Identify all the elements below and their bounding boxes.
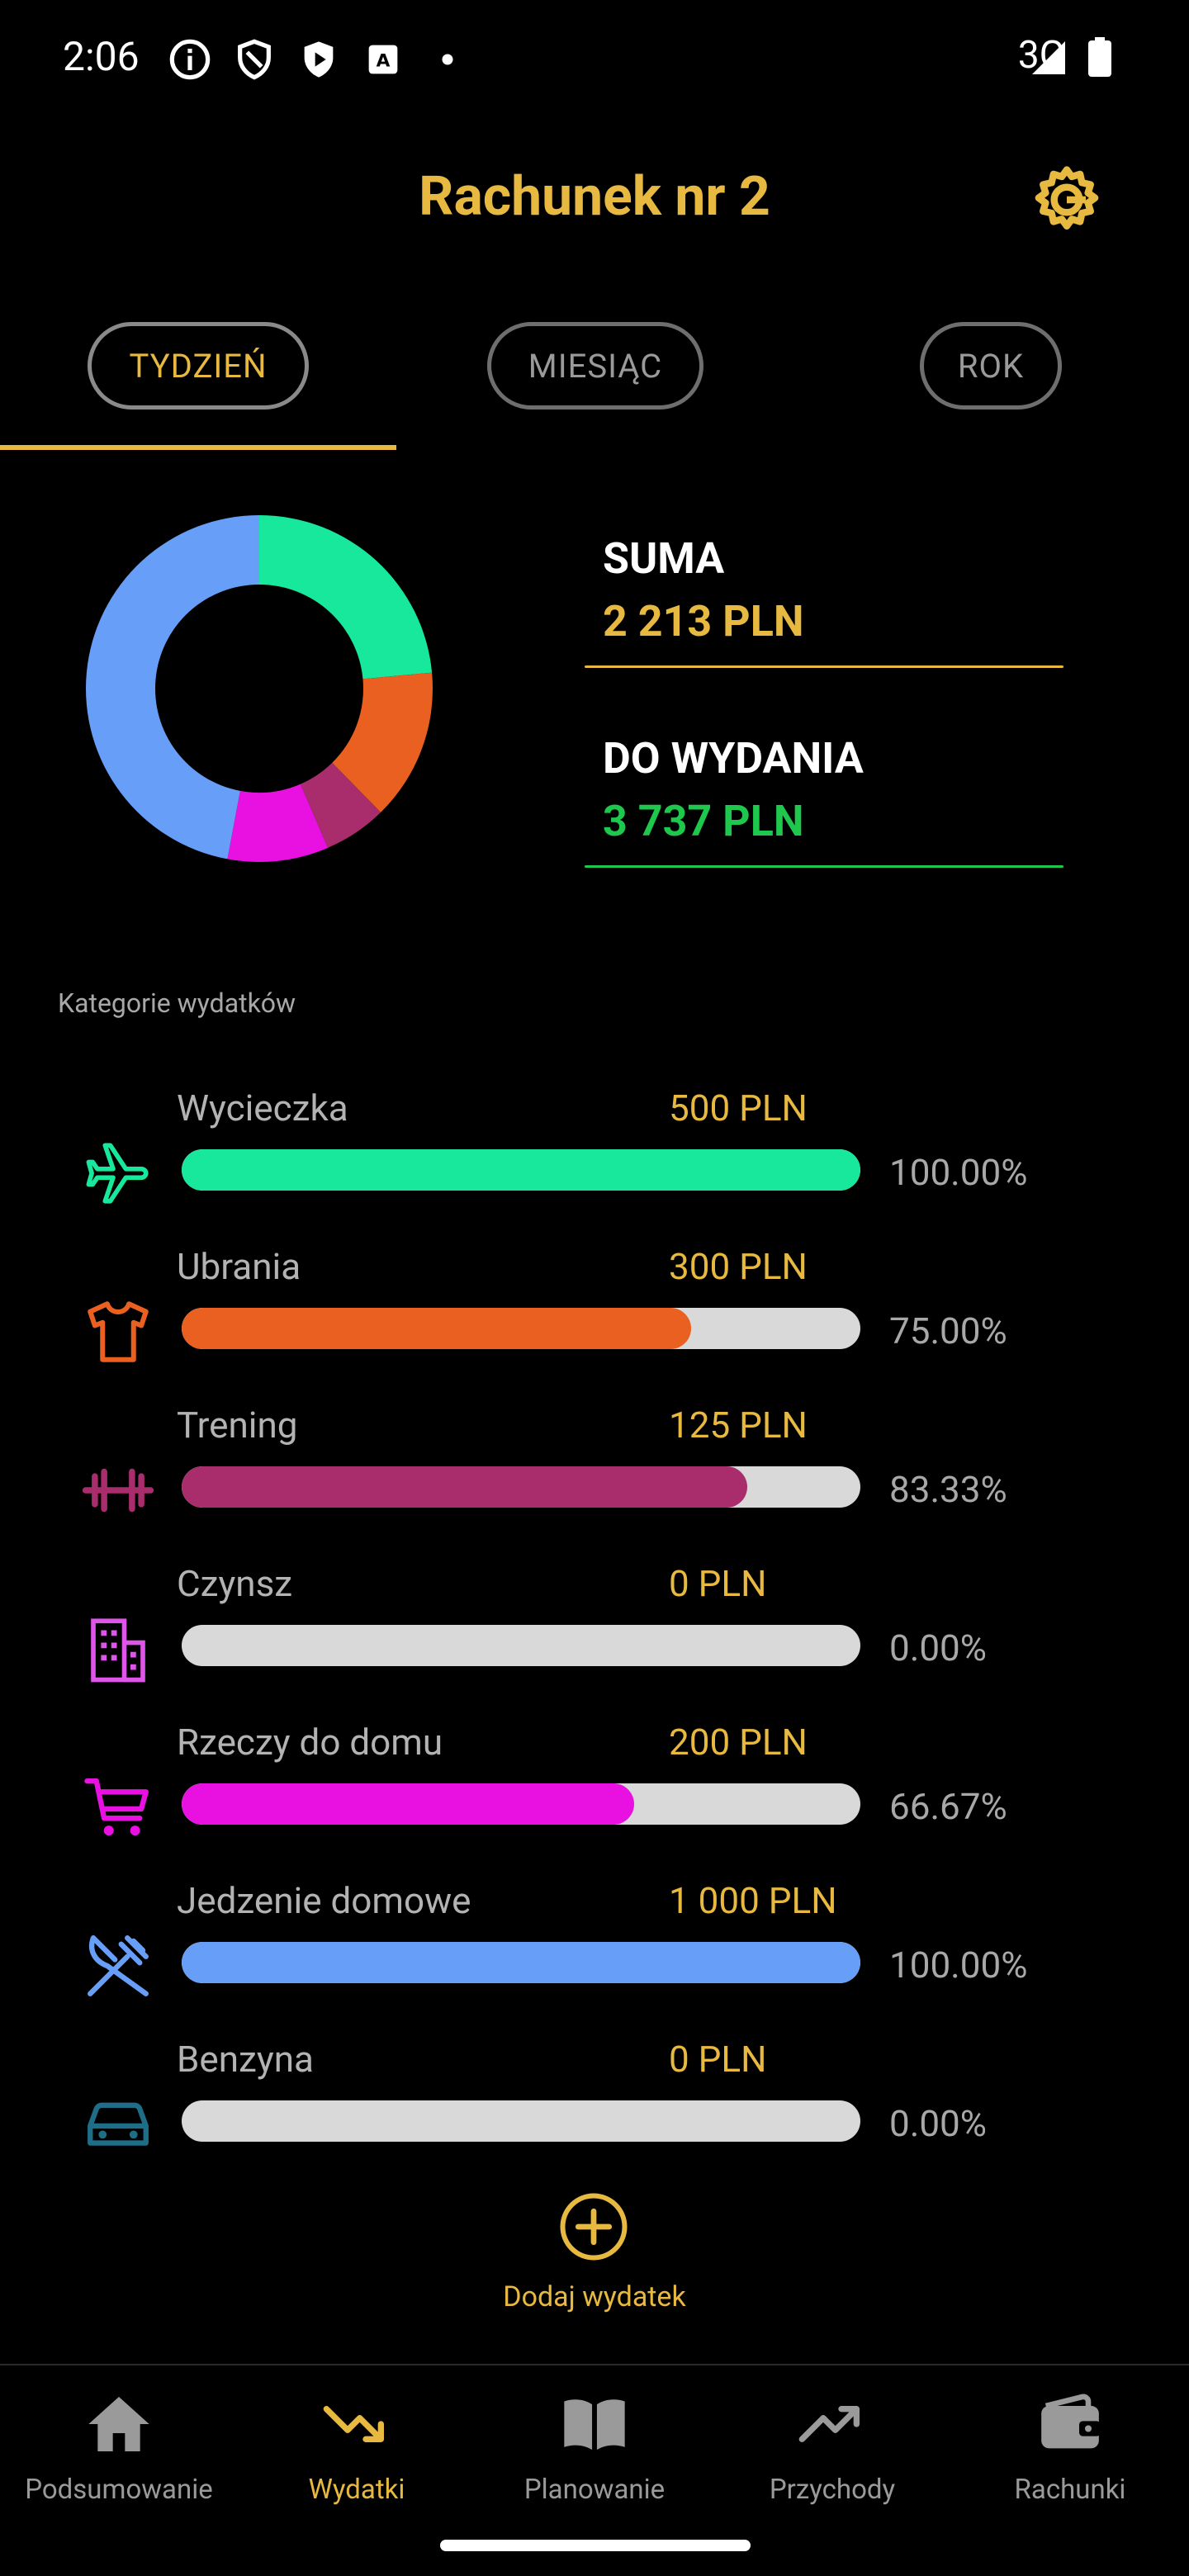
category-progress-track (182, 2100, 860, 2142)
signal-icon (1032, 41, 1065, 74)
status-bar: 2:06 A 3G (0, 0, 1189, 116)
category-amount: 125 PLN (669, 1404, 808, 1447)
car-icon (88, 2102, 149, 2146)
category-row-jedzenie-domowe[interactable]: Jedzenie domowe 1 000 PLN 100.00% (0, 1879, 1189, 2036)
tab-rok[interactable]: ROK (920, 322, 1062, 410)
donut-slice-wycieczka (259, 515, 433, 680)
trending-down-icon (323, 2406, 384, 2442)
category-name: Ubrania (177, 1245, 301, 1288)
category-progress-track (182, 1308, 860, 1349)
category-name: Czynsz (177, 1562, 293, 1605)
category-amount: 1 000 PLN (669, 1879, 837, 1922)
category-progress-track (182, 1625, 860, 1666)
shield-icon (238, 39, 271, 80)
settings-gear-icon[interactable] (1029, 162, 1105, 238)
remaining-underline (585, 865, 1063, 868)
trending-up-icon (798, 2406, 860, 2442)
category-progress-fill (182, 1783, 635, 1825)
page-title: Rachunek nr 2 (419, 165, 770, 229)
dot-icon (442, 54, 453, 65)
category-progress-fill (182, 1466, 747, 1508)
category-progress-fill (182, 1942, 860, 1983)
dumbbell-icon (82, 1468, 154, 1513)
category-row-czynsz[interactable]: Czynsz 0 PLN 0.00% (0, 1562, 1189, 1719)
category-name: Wycieczka (177, 1087, 348, 1129)
airplane-icon (86, 1143, 149, 1204)
nav-podsumowanie[interactable]: Podsumowanie (0, 2378, 238, 2518)
category-name: Benzyna (177, 2038, 314, 2081)
tshirt-icon (88, 1301, 149, 1362)
category-amount: 300 PLN (669, 1245, 808, 1288)
category-amount: 500 PLN (669, 1087, 808, 1129)
nav-przychody[interactable]: Przychody (713, 2378, 951, 2518)
category-name: Jedzenie domowe (177, 1879, 471, 1922)
building-icon (91, 1618, 145, 1683)
category-progress-track (182, 1149, 860, 1191)
category-percent: 0.00% (889, 1627, 988, 1669)
category-percent: 100.00% (889, 1944, 1028, 1986)
book-icon (564, 2399, 625, 2451)
category-row-benzyna[interactable]: Benzyna 0 PLN 0.00% (0, 2038, 1189, 2195)
active-tab-indicator (0, 445, 396, 450)
status-time: 2:06 (63, 33, 140, 80)
nav-label: Podsumowanie (25, 2474, 213, 2506)
status-notification-icons: A (168, 38, 469, 81)
tab-tydzien[interactable]: TYDZIEŃ (88, 322, 309, 410)
cart-icon (84, 1778, 149, 1836)
category-percent: 66.67% (889, 1785, 1007, 1828)
sum-value: 2 213 PLN (603, 596, 804, 646)
sum-label: SUMA (603, 533, 725, 584)
expense-donut-chart (85, 515, 433, 862)
add-expense-button[interactable]: Dodaj wydatek (0, 2280, 1189, 2313)
play-protect-icon (304, 41, 334, 78)
nav-wydatki[interactable]: Wydatki (238, 2378, 476, 2518)
section-title: Kategorie wydatków (58, 987, 296, 1019)
category-name: Rzeczy do domu (177, 1721, 443, 1764)
keyboard-a-icon: A (368, 45, 398, 74)
category-amount: 0 PLN (669, 2038, 767, 2081)
remaining-value: 3 737 PLN (603, 796, 804, 846)
remaining-label: DO WYDANIA (603, 733, 864, 784)
category-percent: 75.00% (889, 1309, 1007, 1352)
sum-underline (585, 665, 1063, 668)
bottom-nav-divider (0, 2364, 1189, 2365)
category-row-ubrania[interactable]: Ubrania 300 PLN 75.00% (0, 1245, 1189, 1402)
category-progress-fill (182, 1308, 691, 1349)
tab-miesiac[interactable]: MIESIĄC (487, 322, 703, 410)
category-progress-track (182, 1466, 860, 1508)
cutlery-icon (88, 1935, 149, 1996)
category-percent: 83.33% (889, 1468, 1007, 1511)
category-amount: 0 PLN (669, 1562, 767, 1605)
nav-label: Wydatki (308, 2474, 405, 2506)
category-row-rzeczy-do-domu[interactable]: Rzeczy do domu 200 PLN 66.67% (0, 1721, 1189, 1878)
home-icon (88, 2397, 149, 2451)
category-row-wycieczka[interactable]: Wycieczka 500 PLN 100.00% (0, 1087, 1189, 1243)
nav-label: Rachunki (1014, 2474, 1126, 2506)
nav-rachunki[interactable]: Rachunki (951, 2378, 1189, 2518)
category-row-trening[interactable]: Trening 125 PLN 83.33% (0, 1404, 1189, 1560)
battery-icon (1088, 37, 1111, 77)
category-progress-fill (182, 1149, 860, 1191)
donut-slice-jedzenie-domowe (85, 515, 259, 859)
category-progress-track (182, 1783, 860, 1825)
category-name: Trening (177, 1404, 298, 1447)
category-percent: 100.00% (889, 1151, 1028, 1194)
gesture-home-bar[interactable] (440, 2540, 751, 2551)
nav-planowanie[interactable]: Planowanie (476, 2378, 713, 2518)
wallet-icon (1041, 2394, 1101, 2449)
info-icon (169, 39, 211, 80)
category-percent: 0.00% (889, 2102, 988, 2145)
nav-label: Przychody (769, 2474, 896, 2506)
add-expense-icon[interactable] (557, 2190, 631, 2264)
nav-label: Planowanie (523, 2474, 666, 2506)
svg-text:A: A (377, 51, 391, 72)
category-amount: 200 PLN (669, 1721, 808, 1764)
category-progress-track (182, 1942, 860, 1983)
